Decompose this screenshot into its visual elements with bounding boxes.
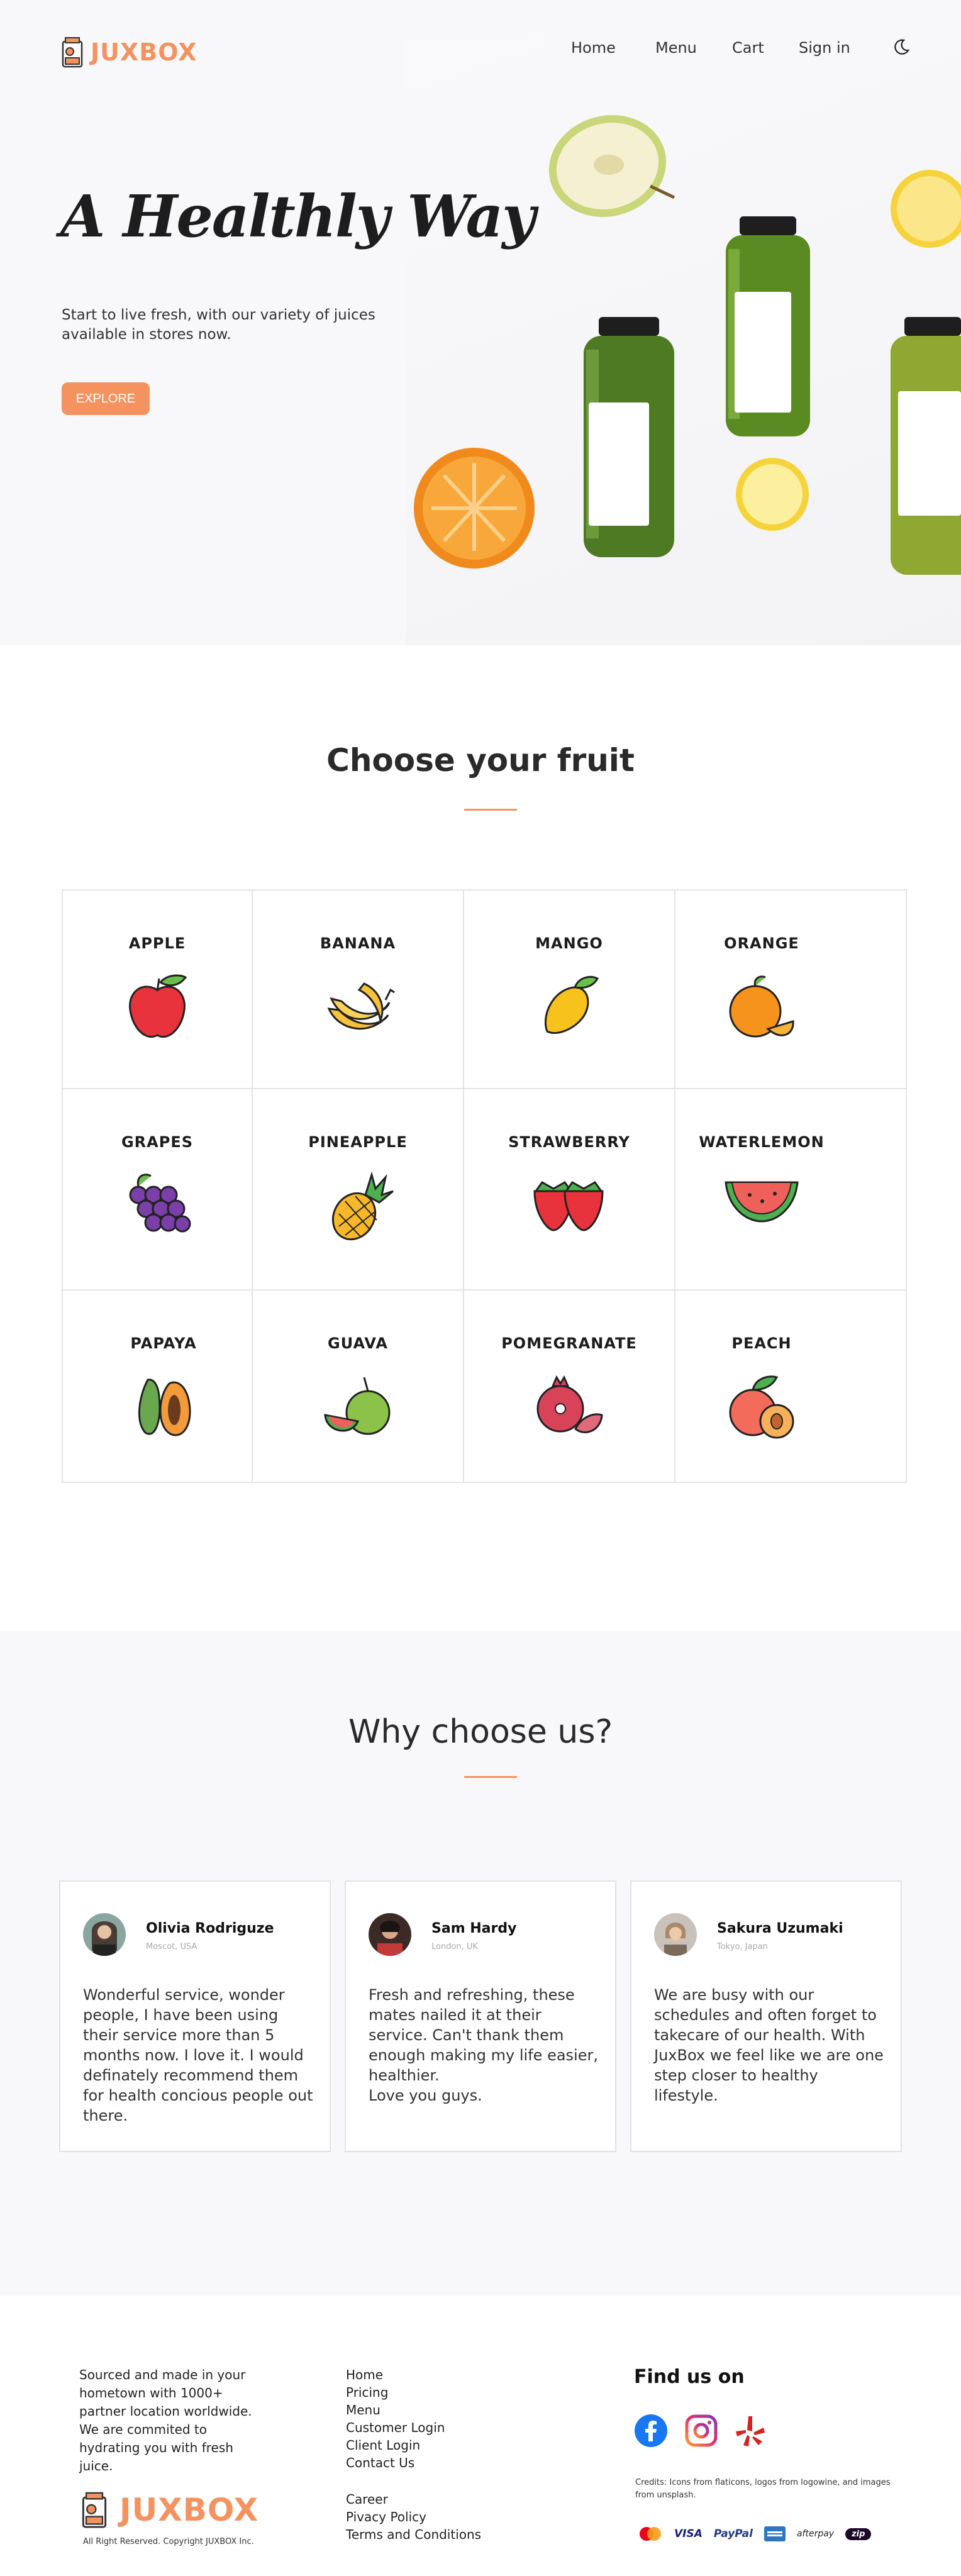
fruit-card-strawberry[interactable]: STRAWBERRY [464, 1089, 675, 1291]
instagram-icon[interactable] [684, 2414, 718, 2448]
footer-link-customer-login[interactable]: Customer Login [346, 2419, 481, 2436]
footer-about: Sourced and made in your hometown with 1… [79, 2367, 252, 2473]
why-title-underline [464, 1776, 517, 1778]
footer-link-pricing[interactable]: Pricing [346, 2384, 481, 2401]
fruit-name: GRAPES [121, 1133, 194, 1151]
fruit-name: POMEGRANATE [501, 1335, 637, 1352]
fruit-name: PEACH [731, 1335, 792, 1352]
hero-title: A Healthly Way [60, 182, 536, 250]
fruit-card-pineapple[interactable]: PINEAPPLE [253, 1089, 464, 1291]
credits-text: Credits: Icons from flaticons, logos fro… [635, 2478, 891, 2500]
nav-signin-link[interactable]: Sign in [799, 39, 850, 57]
review-text: We are busy with our schedules and often… [654, 1986, 884, 2104]
hero-juice-photo [406, 35, 961, 645]
visa-logo: VISA [674, 2528, 703, 2540]
pomegranate-icon [536, 1375, 603, 1433]
hero-section: JUXBOX Home Menu Cart Sign in A Healthly… [0, 0, 961, 645]
afterpay-logo: afterpay [796, 2529, 835, 2539]
fruit-card-guava[interactable]: GUAVA [253, 1291, 464, 1483]
review-card[interactable]: Sakura Uzumaki Tokyo, Japan We are busy … [630, 1880, 902, 2152]
reviewer-location: London, UK [431, 1942, 478, 1951]
footer-logo[interactable]: JUXBOX [82, 2490, 258, 2529]
papaya-icon [138, 1379, 191, 1436]
reviewer-name: Sam Hardy [431, 1921, 517, 1936]
find-us-heading: Find us on [634, 2366, 745, 2388]
moon-icon[interactable] [892, 38, 911, 57]
facebook-icon[interactable] [634, 2414, 668, 2448]
hero-subtitle: Start to live fresh, with our variety of… [62, 307, 375, 343]
footer-brand-name: JUXBOX [119, 2492, 259, 2528]
payment-methods: VISA PayPal afterpay zip [638, 2526, 872, 2542]
fruit-card-orange[interactable]: ORANGE [675, 891, 907, 1089]
apple-icon [129, 974, 187, 1038]
fruit-name: STRAWBERRY [508, 1133, 630, 1151]
reviewer-name: Sakura Uzumaki [717, 1921, 843, 1936]
fruit-card-peach[interactable]: PEACH [675, 1291, 907, 1483]
pineapple-icon [331, 1171, 394, 1241]
copyright-text: All Right Reserved. Copyright JUXBOX Inc… [83, 2537, 254, 2546]
top-nav: Home Menu Cart Sign in [0, 35, 961, 60]
reviewer-location: Tokyo, Japan [717, 1942, 768, 1951]
explore-button[interactable]: EXPLORE [62, 382, 150, 415]
yelp-icon[interactable] [733, 2414, 767, 2448]
orange-icon [729, 975, 794, 1038]
avatar [654, 1913, 697, 1956]
footer-link-contact-us[interactable]: Contact Us [346, 2454, 481, 2472]
strawberry-icon [533, 1181, 604, 1231]
banana-icon [327, 982, 395, 1030]
fruit-name: APPLE [128, 935, 186, 952]
footer-links: Home Pricing Menu Customer Login Client … [346, 2366, 481, 2543]
footer: Sourced and made in your hometown with 1… [0, 2296, 961, 2576]
zip-logo: zip [845, 2528, 872, 2540]
fruit-name: MANGO [535, 935, 603, 952]
fruit-name: BANANA [319, 935, 396, 952]
fruit-name: ORANGE [724, 935, 799, 952]
fruit-name: PINEAPPLE [308, 1133, 408, 1151]
mastercard-icon [640, 2527, 661, 2541]
fruit-card-banana[interactable]: BANANA [253, 891, 464, 1089]
avatar [83, 1913, 126, 1956]
reviewer-name: Olivia Rodriguze [146, 1921, 274, 1936]
reviewer-location: Moscot, USA [146, 1942, 197, 1951]
amex-icon [764, 2526, 786, 2541]
footer-link-terms[interactable]: Terms and Conditions [346, 2526, 481, 2543]
fruit-card-papaya[interactable]: PAPAYA [63, 1291, 253, 1483]
fruit-card-grapes[interactable]: GRAPES [63, 1089, 253, 1291]
review-card[interactable]: Sam Hardy London, UK Fresh and refreshin… [345, 1880, 616, 2152]
nav-home-link[interactable]: Home [571, 39, 616, 57]
peach-icon [729, 1375, 794, 1439]
why-section: Why choose us? Olivia Rodriguze Moscot, … [0, 1631, 961, 2296]
watermelon-icon [725, 1181, 799, 1223]
juice-box-logo-icon [82, 2492, 107, 2528]
review-text: Wonderful service, wonder people, I have… [83, 1986, 313, 2124]
nav-menu-link[interactable]: Menu [655, 39, 697, 57]
fruit-card-watermelon[interactable]: WATERLEMON [675, 1089, 907, 1291]
fruit-card-apple[interactable]: APPLE [63, 891, 253, 1089]
fruits-title-underline [464, 809, 517, 811]
guava-icon [324, 1377, 391, 1435]
footer-link-career[interactable]: Career [346, 2490, 481, 2508]
nav-cart-link[interactable]: Cart [732, 39, 764, 57]
fruit-name: PAPAYA [130, 1335, 197, 1352]
footer-link-menu[interactable]: Menu [346, 2401, 481, 2419]
paypal-logo: PayPal [713, 2528, 753, 2540]
review-text: Fresh and refreshing, these mates nailed… [369, 1986, 598, 2104]
review-card[interactable]: Olivia Rodriguze Moscot, USA Wonderful s… [59, 1880, 331, 2152]
mango-icon [544, 975, 599, 1034]
fruit-card-pomegranate[interactable]: POMEGRANATE [464, 1291, 675, 1483]
fruits-title: Choose your fruit [326, 742, 635, 779]
grapes-icon [129, 1174, 191, 1233]
why-title: Why choose us? [348, 1713, 613, 1751]
footer-link-home[interactable]: Home [346, 2366, 481, 2384]
footer-link-privacy-policy[interactable]: Pivacy Policy [346, 2508, 481, 2526]
fruit-name: WATERLEMON [699, 1133, 825, 1151]
footer-link-client-login[interactable]: Client Login [346, 2436, 481, 2454]
fruit-grid: APPLE BANANA MANGO ORANGE GRAPES PINEAPP… [62, 889, 907, 1483]
fruit-card-mango[interactable]: MANGO [464, 891, 675, 1089]
avatar [369, 1913, 411, 1956]
fruit-name: GUAVA [328, 1335, 388, 1352]
